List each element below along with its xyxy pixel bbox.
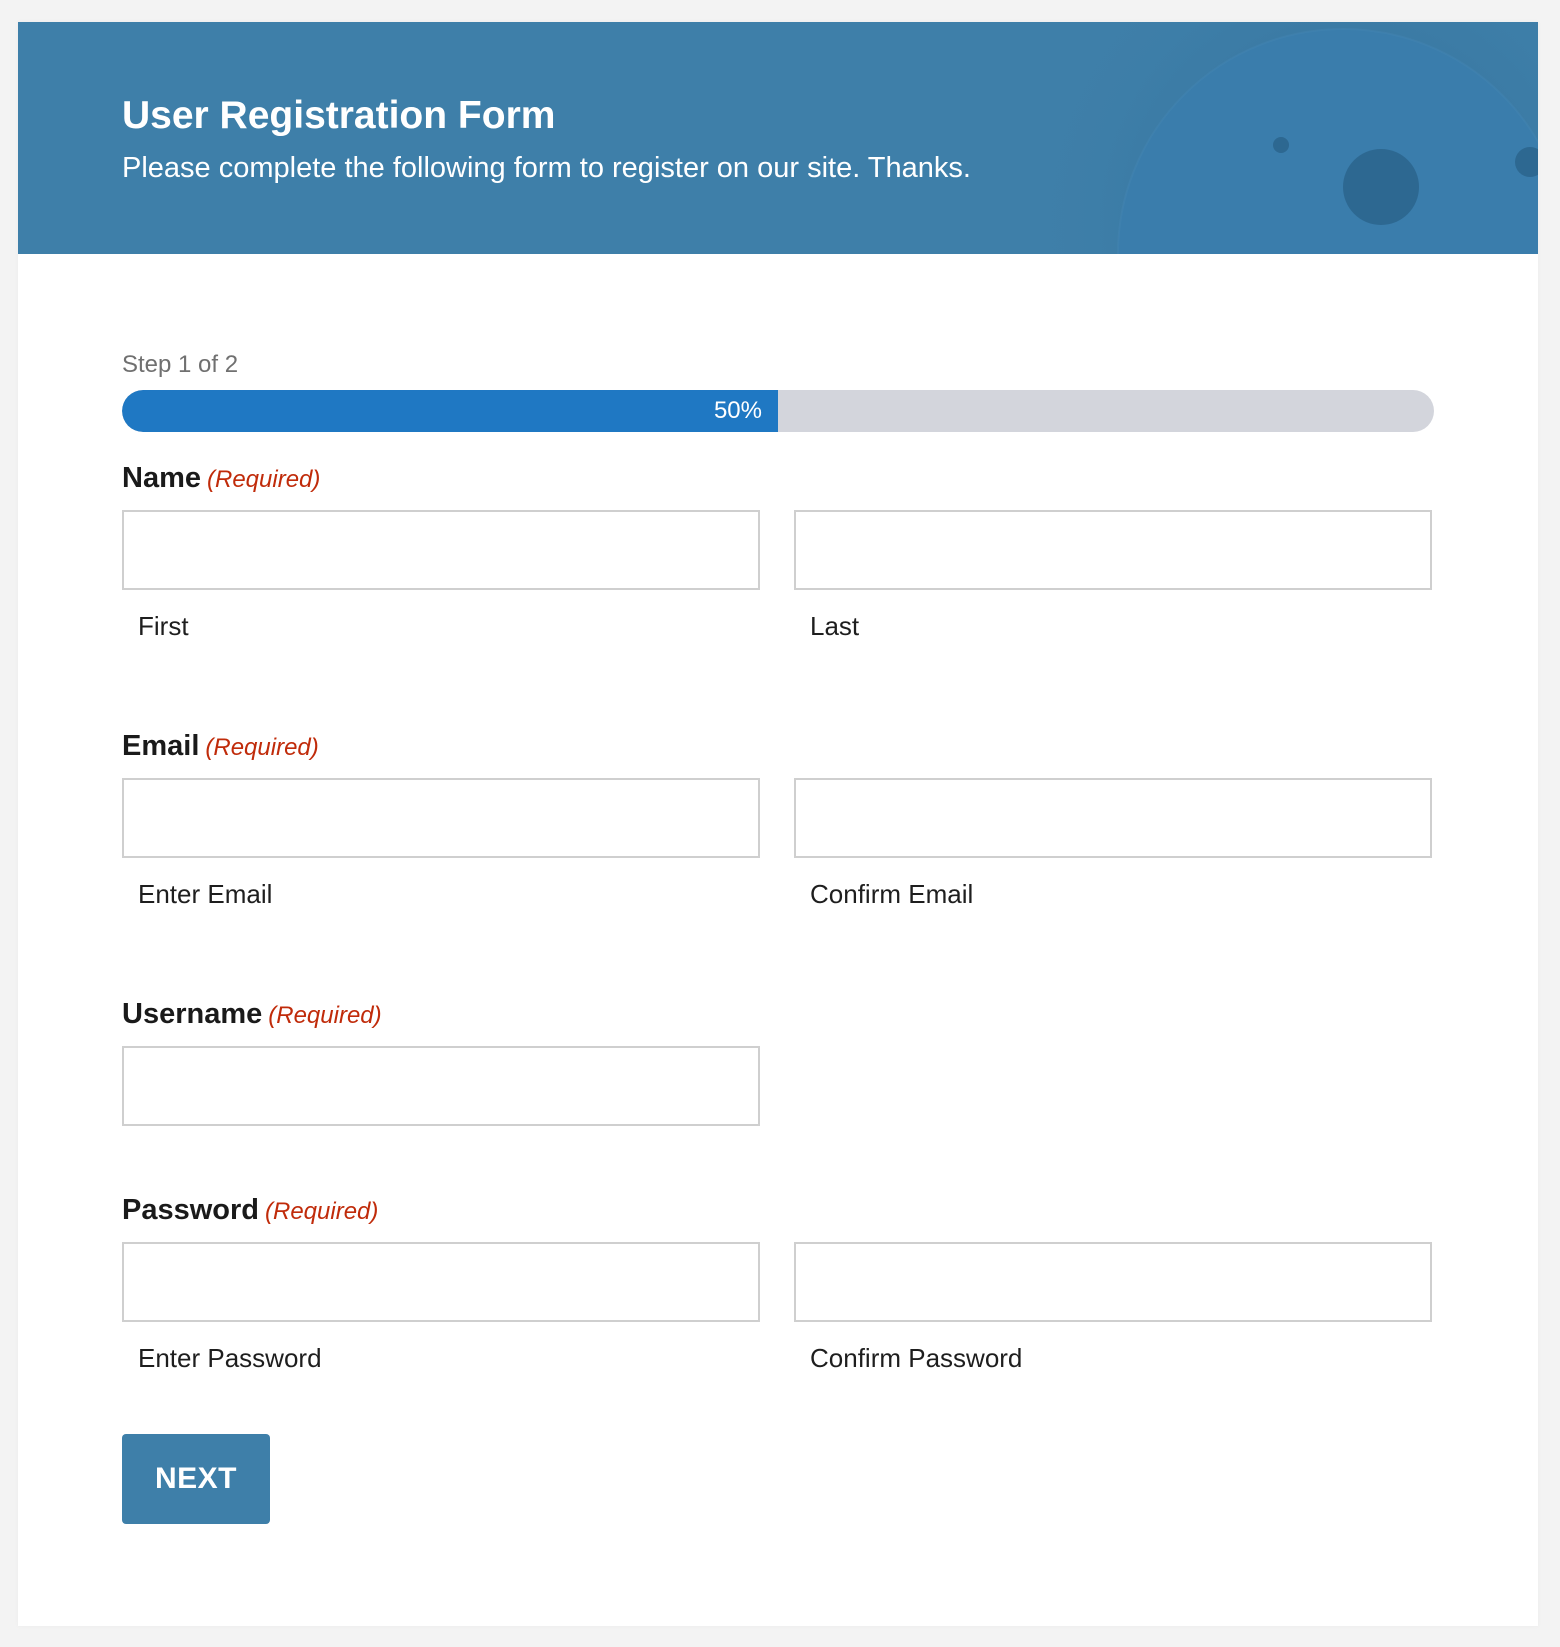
password-label-text: Password — [122, 1194, 259, 1226]
password-input[interactable] — [122, 1242, 760, 1322]
password-required-indicator: (Required) — [265, 1198, 379, 1225]
confirm-email-input[interactable] — [794, 778, 1432, 858]
first-name-input[interactable] — [122, 510, 760, 590]
step-indicator: Step 1 of 2 — [122, 351, 239, 378]
form-title: User Registration Form — [122, 94, 556, 137]
password-label: Password (Required) — [122, 1192, 378, 1230]
username-input[interactable] — [122, 1046, 760, 1126]
username-required-indicator: (Required) — [268, 1002, 382, 1029]
enter-email-sublabel: Enter Email — [138, 879, 273, 909]
registration-form-card: User Registration Form Please complete t… — [18, 22, 1538, 1626]
progress-bar: 50% — [122, 390, 1434, 432]
confirm-password-input[interactable] — [794, 1242, 1432, 1322]
username-label-text: Username — [122, 998, 263, 1030]
confirm-email-sublabel: Confirm Email — [810, 879, 974, 909]
name-required-indicator: (Required) — [207, 466, 321, 493]
progress-percent: 50% — [713, 397, 762, 424]
username-label: Username (Required) — [122, 996, 382, 1034]
form-header: User Registration Form Please complete t… — [18, 22, 1538, 254]
name-label-text: Name — [122, 462, 201, 494]
form-description: Please complete the following form to re… — [122, 152, 971, 184]
confirm-password-sublabel: Confirm Password — [810, 1343, 1023, 1373]
name-label: Name (Required) — [122, 460, 320, 498]
email-label-text: Email — [122, 730, 200, 762]
last-name-sublabel: Last — [810, 611, 860, 641]
enter-password-sublabel: Enter Password — [138, 1343, 322, 1373]
next-button[interactable]: NEXT — [122, 1434, 270, 1524]
email-input[interactable] — [122, 778, 760, 858]
first-name-sublabel: First — [138, 611, 189, 641]
email-label: Email (Required) — [122, 728, 319, 766]
progress-bar-fill: 50% — [122, 390, 778, 432]
last-name-input[interactable] — [794, 510, 1432, 590]
email-required-indicator: (Required) — [205, 734, 319, 761]
